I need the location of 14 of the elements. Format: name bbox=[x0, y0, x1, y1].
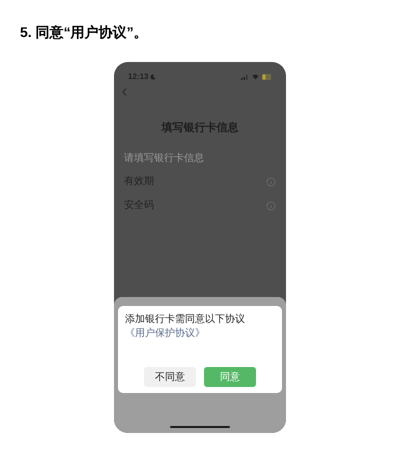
step-title: 5. 同意“用户协议”。 bbox=[20, 23, 148, 42]
signal-icon bbox=[241, 74, 249, 80]
hint-text: 请填写银行卡信息 bbox=[123, 152, 205, 166]
disagree-button[interactable]: 不同意 bbox=[144, 367, 196, 387]
info-icon[interactable] bbox=[266, 200, 276, 210]
agree-button[interactable]: 同意 bbox=[204, 367, 256, 387]
moon-icon bbox=[150, 74, 156, 80]
home-indicator bbox=[170, 426, 230, 428]
agreement-link[interactable]: 《用户保护协议》 bbox=[125, 328, 275, 340]
info-icon[interactable] bbox=[266, 176, 276, 186]
back-icon[interactable] bbox=[122, 88, 127, 96]
battery-icon bbox=[262, 74, 272, 80]
dialog-message: 添加银行卡需同意以下协议 bbox=[125, 314, 246, 326]
wifi-icon bbox=[252, 74, 259, 80]
